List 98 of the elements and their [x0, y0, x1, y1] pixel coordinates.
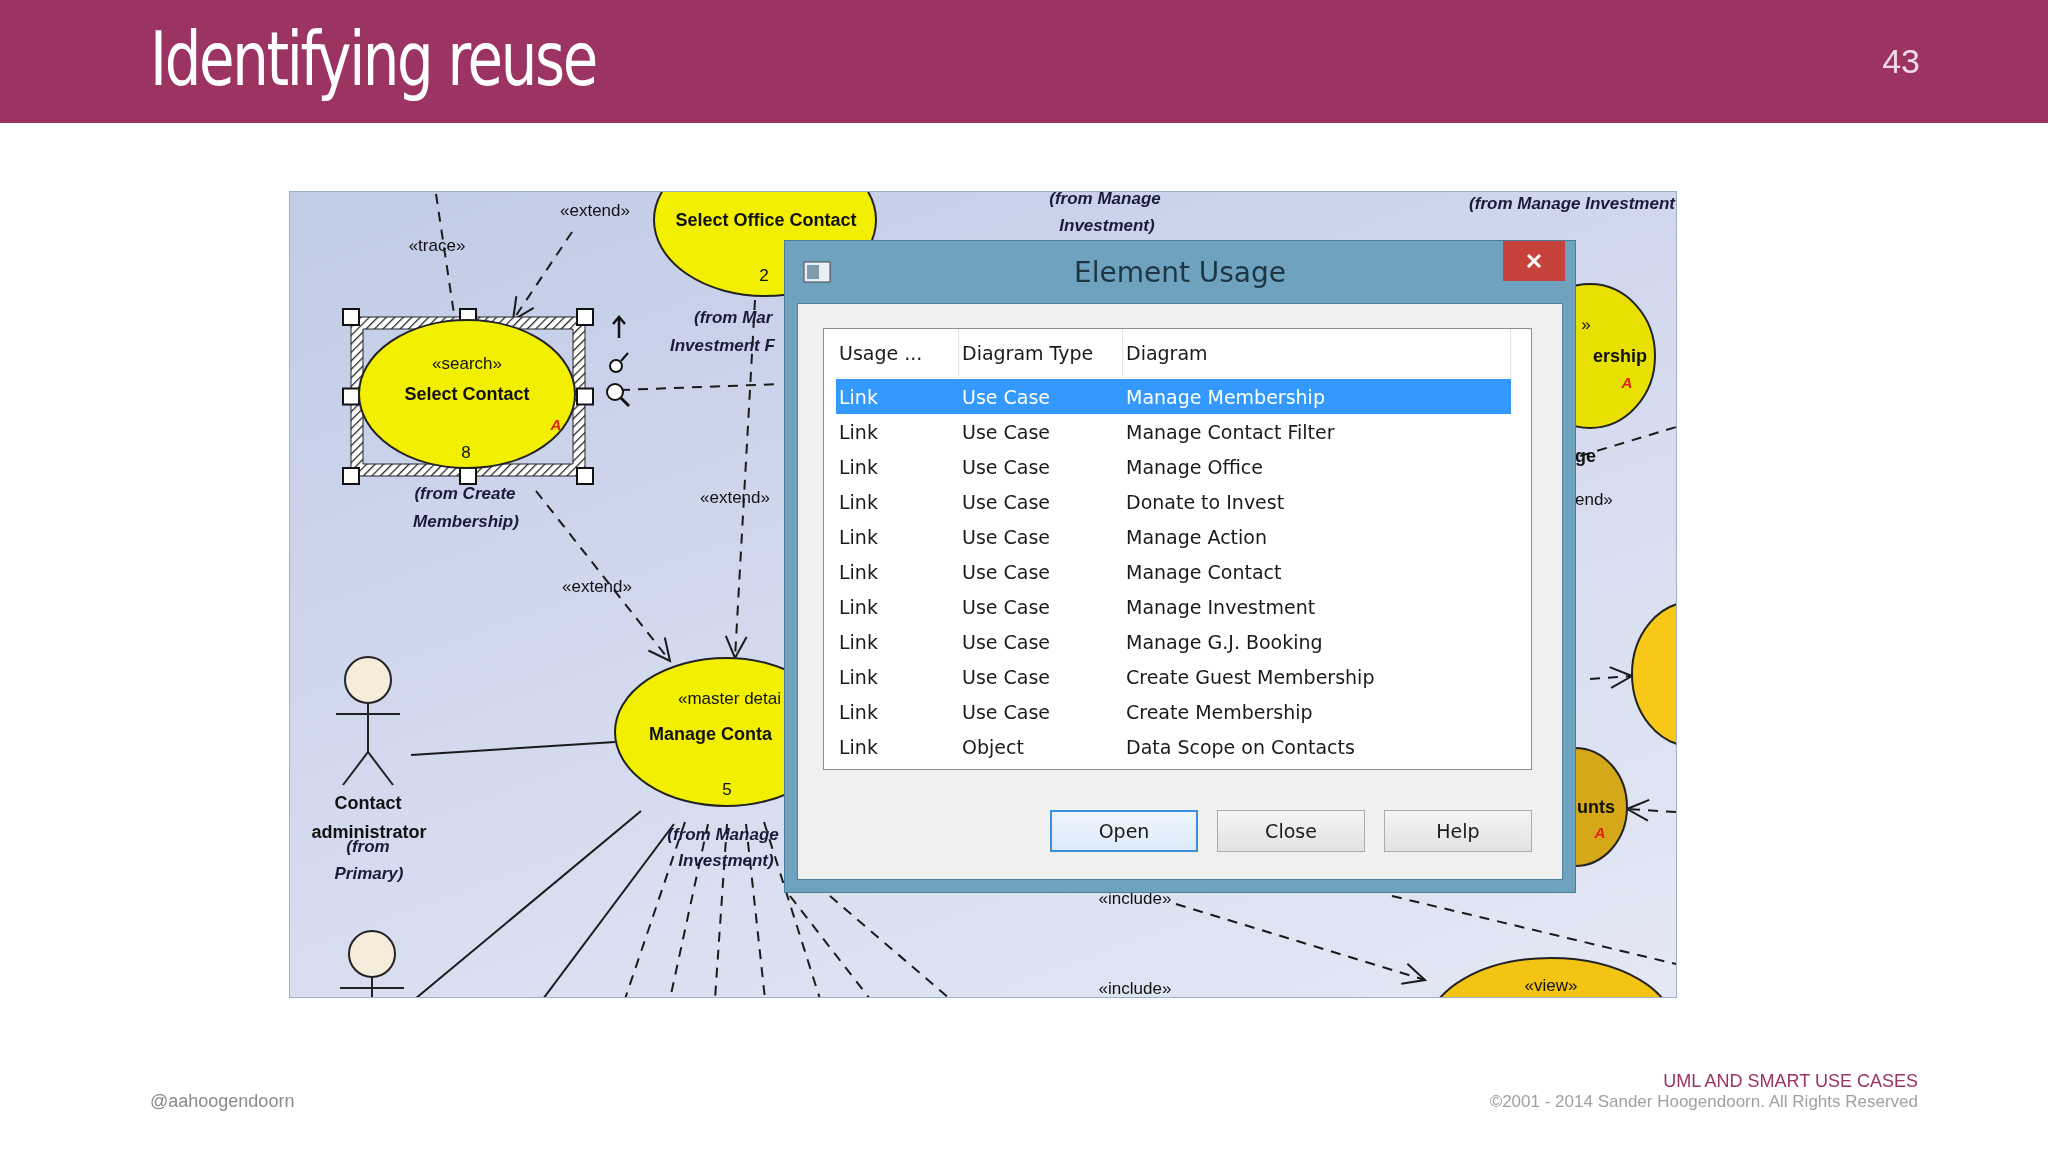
table-cell-text: Use Case [961, 455, 1052, 478]
flag-marker: A [550, 416, 562, 433]
open-button[interactable]: Open [1050, 810, 1198, 852]
stereotype-label: «include» [1098, 979, 1172, 997]
use-case-ellipse[interactable] [358, 319, 576, 469]
table-cell-text: Link [838, 595, 879, 618]
actor-name: Contact [334, 793, 402, 813]
use-case-stereotype: «search» [432, 354, 502, 373]
table-cell-text: Link [838, 420, 879, 443]
slide-title: Identifying reuse [150, 15, 596, 102]
use-case-number: 8 [461, 443, 471, 462]
table-cell-text: Manage Contact [1125, 560, 1283, 583]
origin-note: Investment) [1059, 216, 1155, 235]
window-icon [803, 261, 831, 283]
table-cell-text: Link [838, 525, 879, 548]
stereotype-label: «extend» [700, 488, 770, 507]
use-case-stereotype: » [1581, 315, 1591, 334]
flag-marker: A [1594, 824, 1606, 841]
copyright-notice: ©2001 - 2014 Sander Hoogendoorn. All Rights Reserved [1489, 1092, 1918, 1112]
table-cell-text: Use Case [961, 490, 1052, 513]
table-cell-text: Use Case [961, 700, 1052, 723]
table-cell-text: Object [961, 735, 1025, 758]
usage-row[interactable]: Link Use Case Manage Office [836, 449, 1511, 484]
use-case-name: Select Office Contact [675, 210, 857, 230]
table-cell-text: Link [838, 490, 879, 513]
table-cell-text: Link [838, 385, 879, 408]
up-arrow-icon[interactable] [612, 315, 626, 338]
table-cell-text: Manage Office [1125, 455, 1264, 478]
table-cell-text: Link [838, 455, 879, 478]
table-cell-text: Use Case [961, 595, 1052, 618]
use-case-name: Select Contact [404, 384, 530, 404]
use-case-name: Manage Conta [649, 724, 772, 744]
table-cell-text: Use Case [961, 560, 1052, 583]
table-cell-text: Link [838, 630, 879, 653]
use-case-name: unts [1577, 797, 1615, 817]
course-title: UML AND SMART USE CASES [1663, 1071, 1918, 1092]
table-cell-text: Donate to Invest [1125, 490, 1286, 513]
table-cell-text: Link [838, 560, 879, 583]
origin-note: (from Manage [1049, 192, 1161, 208]
table-cell-text: Use Case [961, 385, 1052, 408]
origin-note: (from Mar [694, 308, 773, 327]
usage-row[interactable]: Link Use Case Create Guest Membership [836, 659, 1511, 694]
usage-row[interactable]: Link Object Data Scope on Contacts [836, 729, 1511, 764]
origin-note: (from Manage [667, 825, 779, 844]
table-cell-text: Manage Membership [1125, 385, 1326, 408]
usage-row[interactable]: Link Use Case Manage Investment [836, 589, 1511, 624]
actor-figure [339, 930, 405, 997]
close-icon [1526, 253, 1542, 269]
usage-row[interactable]: Link Use Case Manage Contact Filter [836, 414, 1511, 449]
table-cell-text: Create Guest Membership [1125, 665, 1376, 688]
stereotype-label: «trace» [408, 236, 466, 255]
use-case-stereotype: «master detai [678, 689, 781, 708]
origin-note: (from [346, 837, 390, 856]
table-cell-text: Link [838, 735, 879, 758]
help-button[interactable]: Help [1384, 810, 1532, 852]
usage-row[interactable]: Link Use Case Create Membership [836, 694, 1511, 729]
dialog-title: Element Usage [1073, 255, 1287, 289]
flag-marker: A [1621, 374, 1633, 391]
table-cell-text: Manage Investment [1125, 595, 1317, 618]
column-header[interactable]: Diagram Type [959, 329, 1123, 377]
zoom-icon[interactable] [606, 383, 631, 408]
stereotype-label: «include» [1098, 889, 1172, 908]
stereotype-label: «extend» [560, 201, 630, 220]
author-handle: @aahoogendoorn [150, 1091, 295, 1112]
use-case-number: 5 [722, 780, 732, 799]
table-cell-text: Use Case [961, 420, 1052, 443]
use-case-number: 2 [759, 266, 769, 285]
origin-note: Membership) [413, 512, 519, 531]
use-case-name: ership [1592, 346, 1647, 366]
origin-note: Primary) [334, 864, 404, 883]
page-number: 43 [1882, 42, 1920, 81]
origin-note: Investment F [670, 336, 775, 355]
origin-note: (from Manage Investment [1469, 194, 1675, 213]
connector-icon[interactable] [609, 352, 629, 373]
column-header[interactable]: Usage ... [836, 329, 959, 377]
usage-row[interactable]: Link Use Case Manage Action [836, 519, 1511, 554]
table-cell-text: Link [838, 665, 879, 688]
usage-row[interactable]: Link Use Case Manage G.J. Booking [836, 624, 1511, 659]
use-case-stereotype: «view» [1524, 976, 1578, 995]
origin-note: (from Create [414, 484, 516, 503]
usage-row[interactable]: Link Use Case Donate to Invest [836, 484, 1511, 519]
table-cell-text: Data Scope on Contacts [1125, 735, 1356, 758]
table-cell-text: Link [838, 700, 879, 723]
column-header[interactable]: Diagram [1123, 329, 1511, 377]
close-button[interactable] [1503, 241, 1565, 281]
usage-row[interactable]: Link Use Case Manage Contact [836, 554, 1511, 589]
table-cell-text: Use Case [961, 665, 1052, 688]
table-cell-text: Create Membership [1125, 700, 1314, 723]
table-cell-text: Use Case [961, 630, 1052, 653]
table-cell-text: Use Case [961, 525, 1052, 548]
table-cell-text: Manage Contact Filter [1125, 420, 1336, 443]
origin-note: Investment) [678, 851, 774, 870]
stereotype-label: «extend» [562, 577, 632, 596]
close-button[interactable]: Close [1217, 810, 1365, 852]
stereotype-label: end» [1575, 490, 1613, 509]
table-cell-text: Manage G.J. Booking [1125, 630, 1324, 653]
use-case-name: ge [1575, 446, 1596, 466]
table-cell-text: Manage Action [1125, 525, 1268, 548]
